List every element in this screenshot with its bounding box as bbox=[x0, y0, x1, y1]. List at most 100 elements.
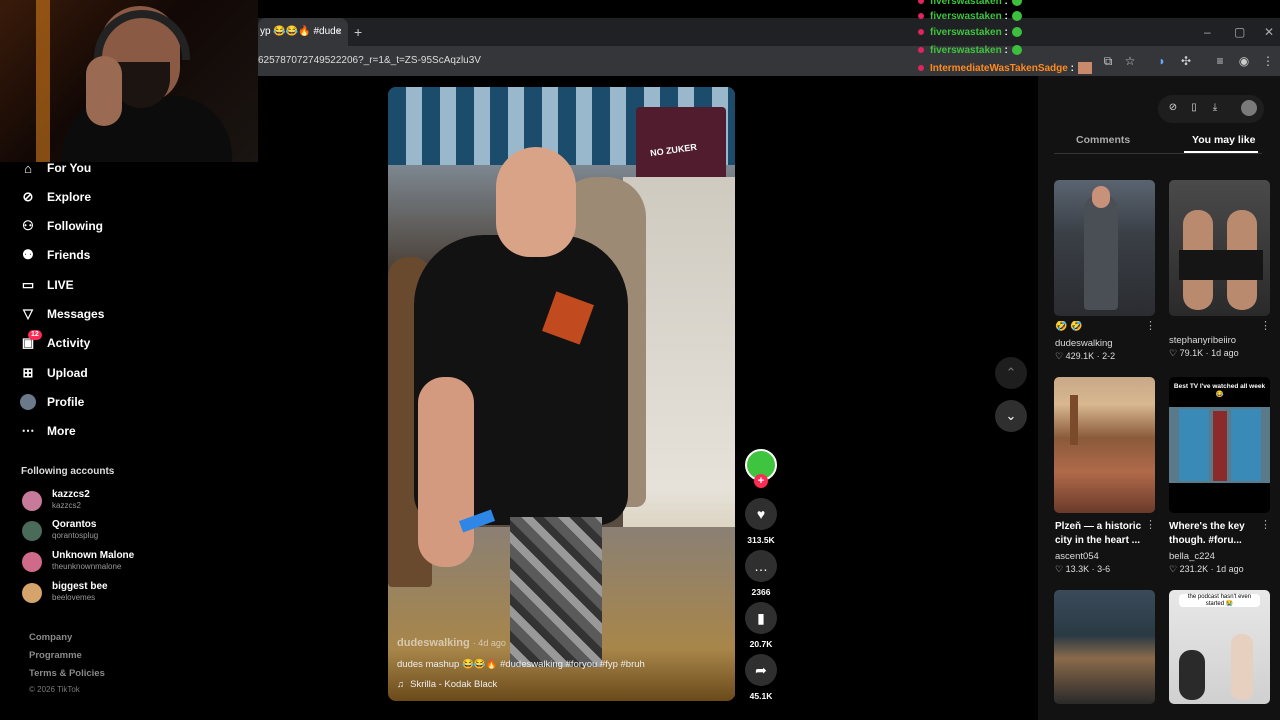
sidebar-item-following[interactable]: ⚇ Following bbox=[20, 215, 103, 237]
chat-message: fiverswastaken : bbox=[918, 9, 1022, 25]
sidebar-item-more[interactable]: ⋯ More bbox=[20, 420, 76, 442]
next-video-button[interactable]: ⌄ bbox=[995, 400, 1027, 432]
menu-list-icon[interactable]: ≡ bbox=[1212, 53, 1228, 69]
like-count: 313.5K bbox=[747, 535, 775, 545]
save-button[interactable]: ▮ bbox=[745, 602, 777, 634]
chat-badge-icon bbox=[918, 65, 924, 72]
kebab-menu-icon[interactable]: ⋮ bbox=[1145, 319, 1156, 332]
suggested-video-title[interactable]: 🤣 🤣 bbox=[1055, 321, 1150, 332]
follow-plus-icon[interactable]: + bbox=[754, 474, 768, 488]
extension-icon[interactable]: ◗ bbox=[1154, 53, 1170, 69]
sidebar-item-messages[interactable]: ▽ Messages bbox=[20, 303, 104, 325]
previous-video-button[interactable]: ⌃ bbox=[995, 357, 1027, 389]
chat-emote-icon bbox=[1011, 0, 1022, 7]
music-note-icon: ♫ bbox=[397, 679, 405, 690]
browser-tab-bar: yp 😂😂🔥 #dude × + – ▢ ✕ bbox=[258, 18, 1280, 46]
share-arrow-icon: ➦ bbox=[755, 661, 767, 678]
chat-badge-icon bbox=[918, 29, 924, 36]
active-tab-indicator bbox=[1184, 151, 1258, 153]
notification-badge: 12 bbox=[28, 330, 42, 340]
video-player[interactable]: NO ZUKER dudeswalking · 4d ago dudes mas… bbox=[388, 87, 735, 701]
heart-icon: ♥ bbox=[756, 506, 766, 522]
download-icon[interactable]: ⤓ bbox=[1208, 101, 1222, 115]
thumbnail-overlay-text: the podcast hasn't even started 😭 bbox=[1179, 594, 1260, 607]
like-button[interactable]: ♥ bbox=[745, 498, 777, 530]
chat-message: fiverswastaken : bbox=[918, 43, 1022, 59]
suggested-video-thumbnail[interactable] bbox=[1169, 180, 1270, 316]
video-caption[interactable]: dudes mashup 😂😂🔥 #dudeswalking #foryou #… bbox=[397, 659, 645, 670]
chat-emote-icon bbox=[1011, 27, 1022, 38]
comment-button[interactable]: … bbox=[745, 550, 777, 582]
messages-icon: ▽ bbox=[23, 306, 33, 321]
share-count: 45.1K bbox=[749, 691, 773, 701]
suggested-video-thumbnail[interactable]: the podcast hasn't even started 😭 bbox=[1169, 590, 1270, 704]
profile-icon[interactable]: ◉ bbox=[1236, 53, 1252, 69]
kebab-menu-icon[interactable]: ⋮ bbox=[1260, 53, 1276, 69]
suggested-video-title[interactable]: Where's the key though. #foru... bbox=[1169, 520, 1264, 548]
chat-emote-icon bbox=[1077, 62, 1092, 75]
minimize-icon[interactable]: – bbox=[1204, 18, 1211, 46]
chevron-down-icon: ⌄ bbox=[1005, 408, 1017, 423]
new-tab-button[interactable]: + bbox=[354, 18, 362, 46]
live-icon: ▭ bbox=[21, 277, 35, 292]
suggested-video-thumbnail[interactable] bbox=[1054, 590, 1155, 704]
avatar bbox=[22, 583, 42, 603]
address-bar[interactable]: 625787072749522206?_r=1&_t=ZS-95ScAqzlu3… bbox=[258, 46, 1280, 76]
sidebar-item-live[interactable]: ▭ LIVE bbox=[20, 274, 74, 296]
bookmark-icon: ▮ bbox=[757, 609, 765, 626]
sidebar-item-friends[interactable]: ⚉ Friends bbox=[20, 244, 90, 266]
kebab-menu-icon[interactable]: ⋮ bbox=[1260, 319, 1271, 332]
thumbnail-overlay-text: Best TV I've watched all week 😂 bbox=[1173, 383, 1266, 398]
kebab-menu-icon[interactable]: ⋮ bbox=[1260, 518, 1271, 531]
chat-message: IntermediateWasTakenSadge : bbox=[918, 61, 1092, 77]
suggested-video-thumbnail[interactable] bbox=[1054, 180, 1155, 316]
save-count: 20.7K bbox=[749, 639, 773, 649]
sidebar-item-explore[interactable]: ⊘ Explore bbox=[20, 186, 91, 208]
copyright: © 2026 TikTok bbox=[29, 685, 80, 694]
close-tab-icon[interactable]: × bbox=[336, 18, 342, 46]
kebab-menu-icon[interactable]: ⋮ bbox=[1145, 518, 1156, 531]
sidebar-item-activity[interactable]: ▣ 12 Activity bbox=[20, 330, 90, 354]
close-window-icon[interactable]: ✕ bbox=[1264, 18, 1274, 46]
url-text[interactable]: 625787072749522206?_r=1&_t=ZS-95ScAqzlu3… bbox=[258, 46, 481, 76]
suggested-video-author[interactable]: dudeswalking bbox=[1055, 338, 1113, 349]
suggested-video-stats: ♡ 13.3K · 3-6 bbox=[1055, 564, 1111, 574]
suggested-video-author[interactable]: bella_c224 bbox=[1169, 551, 1215, 562]
compass-icon[interactable]: ⊘ bbox=[1166, 101, 1180, 115]
chat-badge-icon bbox=[918, 0, 924, 5]
share-button[interactable]: ➦ bbox=[745, 654, 777, 686]
following-accounts-title: Following accounts bbox=[21, 466, 115, 477]
suggested-video-stats: ♡ 429.1K · 2-2 bbox=[1055, 351, 1116, 361]
chat-message: fiverswastaken : bbox=[918, 25, 1022, 41]
browser-tab[interactable]: yp 😂😂🔥 #dude × bbox=[258, 18, 348, 46]
footer-link-company[interactable]: Company bbox=[29, 632, 72, 643]
footer-link-programme[interactable]: Programme bbox=[29, 650, 82, 661]
video-sound[interactable]: ♫ Skrilla - Kodak Black bbox=[397, 679, 497, 690]
chat-badge-icon bbox=[918, 47, 924, 54]
suggested-video-thumbnail[interactable]: Best TV I've watched all week 😂 bbox=[1169, 377, 1270, 513]
home-icon: ⌂ bbox=[24, 160, 32, 176]
footer-link-terms[interactable]: Terms & Policies bbox=[29, 668, 105, 679]
maximize-icon[interactable]: ▢ bbox=[1234, 18, 1245, 46]
suggested-video-thumbnail[interactable] bbox=[1054, 377, 1155, 513]
chevron-up-icon: ⌃ bbox=[1005, 365, 1017, 380]
tab-comments[interactable]: Comments bbox=[1076, 134, 1130, 146]
suggested-video-stats: ♡ 79.1K · 1d ago bbox=[1169, 348, 1239, 358]
tab-you-may-like[interactable]: You may like bbox=[1192, 134, 1255, 146]
avatar bbox=[20, 394, 36, 410]
suggested-video-author[interactable]: ascent054 bbox=[1055, 551, 1099, 562]
chat-badge-icon bbox=[918, 13, 924, 20]
suggested-video-title[interactable]: Plzeň — a historic city in the heart ... bbox=[1055, 520, 1150, 548]
avatar bbox=[22, 491, 42, 511]
video-author[interactable]: dudeswalking · 4d ago bbox=[397, 637, 506, 649]
phone-icon[interactable]: ▯ bbox=[1187, 101, 1201, 115]
sidebar-item-profile[interactable]: Profile bbox=[20, 391, 84, 413]
puzzle-icon[interactable]: ✣ bbox=[1178, 53, 1194, 69]
compass-icon: ⊘ bbox=[22, 189, 34, 204]
avatar bbox=[22, 521, 42, 541]
avatar[interactable] bbox=[1241, 100, 1257, 116]
comment-count: 2366 bbox=[751, 587, 771, 597]
suggested-video-author[interactable]: stephanyribeiiro bbox=[1169, 335, 1236, 346]
sidebar-item-upload[interactable]: ⊞ Upload bbox=[20, 362, 88, 384]
bookmark-star-icon[interactable]: ☆ bbox=[1122, 53, 1138, 69]
